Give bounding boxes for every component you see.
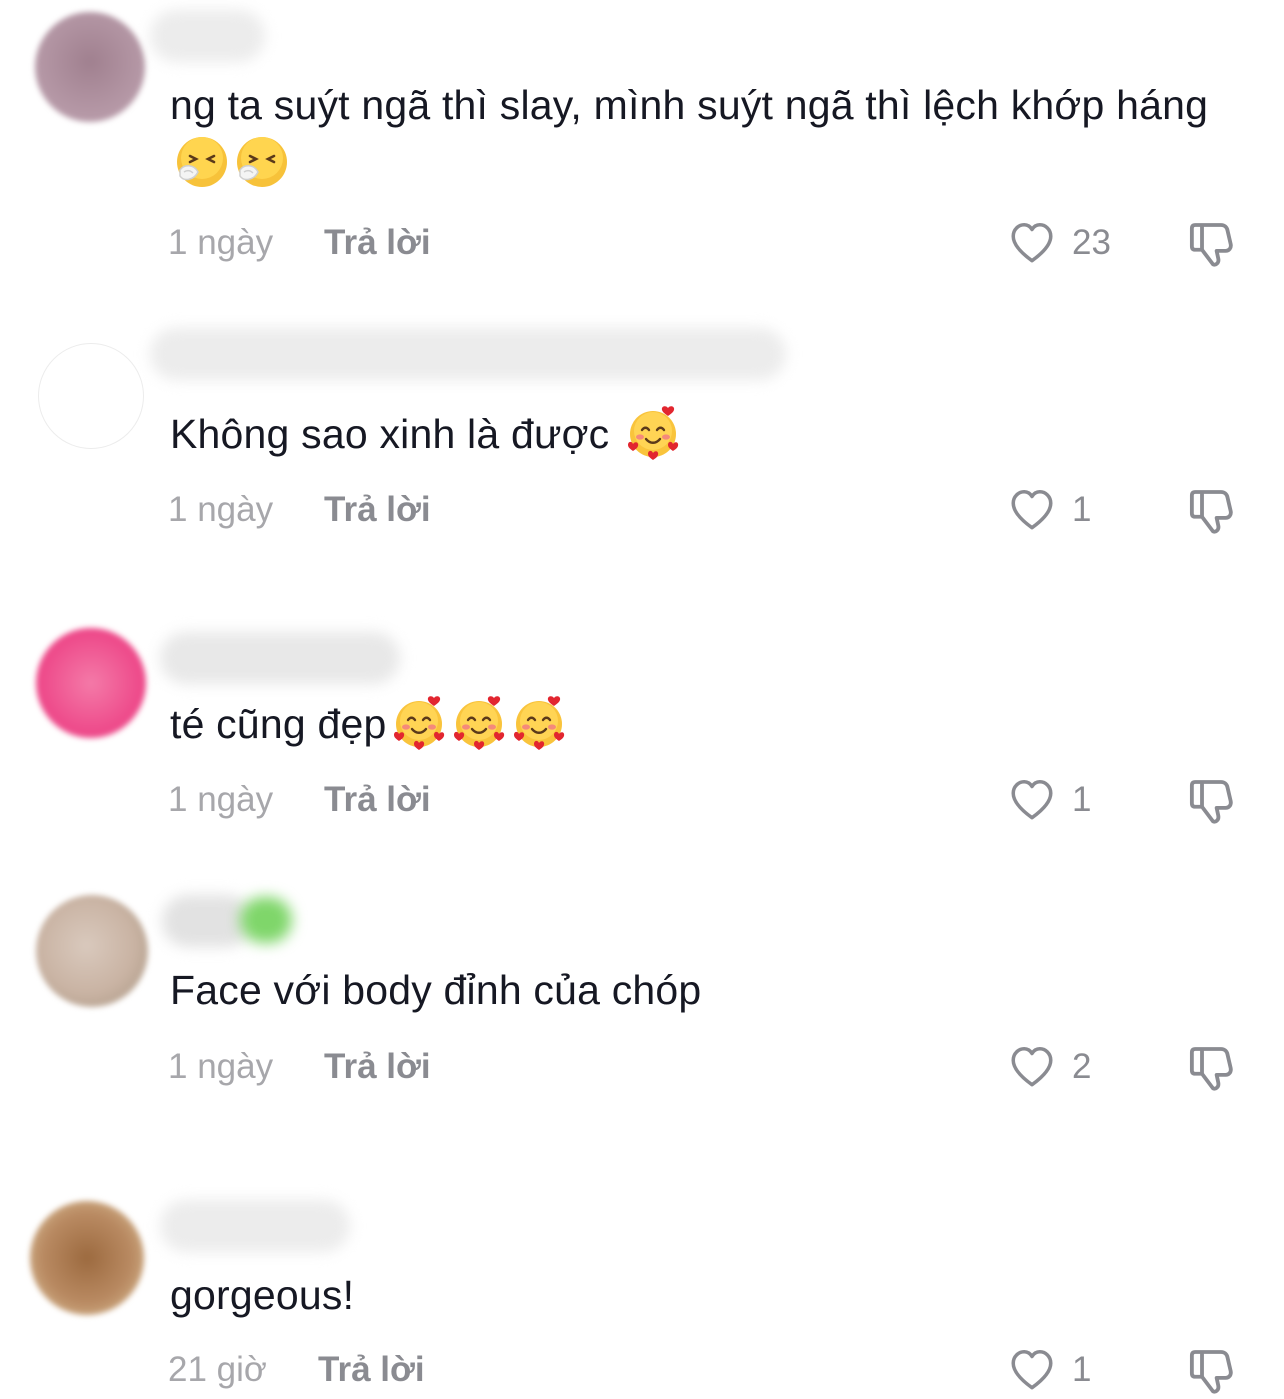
comment-text: ng ta suýt ngã thì slay, mình suýt ngã t… [170, 76, 1250, 193]
username-redacted[interactable] [150, 10, 265, 62]
comment-time: 1 ngày [168, 490, 274, 529]
heart-icon [1006, 775, 1058, 825]
like-count: 23 [1072, 223, 1111, 262]
comment-meta: 1 ngày Trả lời 2 [168, 1042, 1248, 1092]
reply-button[interactable]: Trả lời [324, 1042, 431, 1092]
thumbs-down-icon[interactable] [1184, 1040, 1238, 1094]
thumbs-down-icon[interactable] [1184, 773, 1238, 827]
smiling-face-with-hearts-emoji [391, 694, 447, 750]
avatar[interactable] [30, 1201, 144, 1315]
smiling-face-with-hearts-emoji [625, 404, 681, 460]
comment-text: Không sao xinh là được [170, 404, 1250, 463]
comment-text: gorgeous! [170, 1266, 1250, 1324]
reply-button[interactable]: Trả lời [324, 775, 431, 825]
sneezing-face-emoji [174, 134, 230, 190]
comment-text-content: gorgeous! [170, 1272, 355, 1318]
reply-button[interactable]: Trả lời [324, 218, 431, 268]
avatar[interactable] [36, 895, 148, 1007]
reply-button[interactable]: Trả lời [324, 485, 431, 535]
comment-text-content: té cũng đẹp [170, 701, 387, 747]
thumbs-down-icon[interactable] [1184, 216, 1238, 270]
reply-button[interactable]: Trả lời [318, 1345, 425, 1395]
username-redacted[interactable] [160, 1200, 350, 1252]
comment-time: 1 ngày [168, 780, 274, 819]
avatar[interactable] [35, 12, 145, 122]
thumbs-down-icon[interactable] [1184, 483, 1238, 537]
avatar[interactable] [38, 343, 144, 449]
comment-text: Face với body đỉnh của chóp [170, 961, 1250, 1019]
comment-text-content: Face với body đỉnh của chóp [170, 967, 702, 1013]
username-redacted[interactable] [150, 328, 786, 380]
comment-meta: 21 giờ Trả lời 1 [168, 1345, 1248, 1395]
username-redacted[interactable] [162, 895, 252, 947]
username-redacted[interactable] [160, 632, 400, 684]
sneezing-face-emoji [234, 134, 290, 190]
avatar[interactable] [36, 628, 146, 738]
heart-icon [1006, 1042, 1058, 1092]
like-count: 1 [1072, 1350, 1092, 1389]
comment-meta: 1 ngày Trả lời 1 [168, 775, 1248, 825]
comment-text-content: Không sao xinh là được [170, 411, 610, 457]
comment-meta: 1 ngày Trả lời 1 [168, 485, 1248, 535]
heart-icon [1006, 485, 1058, 535]
thumbs-down-icon[interactable] [1184, 1343, 1238, 1397]
heart-icon [1006, 1345, 1058, 1395]
like-count: 2 [1072, 1047, 1092, 1086]
like-count: 1 [1072, 780, 1092, 819]
comment-meta: 1 ngày Trả lời 23 [168, 218, 1248, 268]
comment-text-content: ng ta suýt ngã thì slay, mình suýt ngã t… [170, 82, 1209, 128]
like-count: 1 [1072, 490, 1092, 529]
smiling-face-with-hearts-emoji [451, 694, 507, 750]
username-badge-redacted [240, 897, 292, 943]
comment-time: 1 ngày [168, 1047, 274, 1086]
comment-time: 21 giờ [168, 1350, 267, 1389]
comment-text: té cũng đẹp [170, 694, 1250, 753]
heart-icon [1006, 218, 1058, 268]
smiling-face-with-hearts-emoji [511, 694, 567, 750]
comment-time: 1 ngày [168, 223, 274, 262]
